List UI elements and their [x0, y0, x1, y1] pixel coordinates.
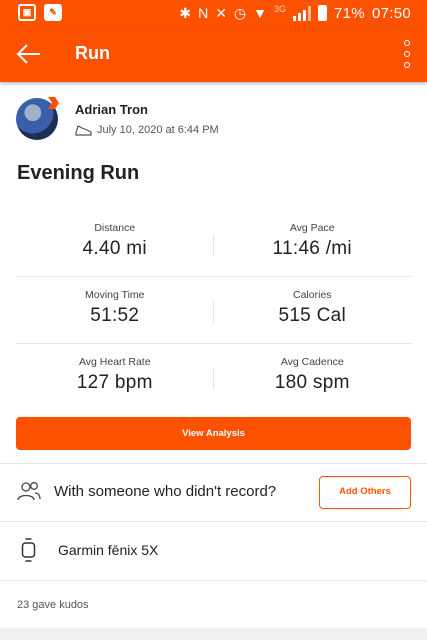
stat-label: Moving Time [84, 289, 145, 301]
kudos-count[interactable]: 23 gave kudos [17, 599, 89, 611]
stat-label: Calories [292, 289, 332, 301]
battery-icon [318, 5, 328, 21]
activity-date: July 10, 2020 at 6:44 PM [75, 124, 219, 136]
activity-date-text: July 10, 2020 at 6:44 PM [97, 124, 219, 136]
stat-distance: Distance 4.40 mi [16, 210, 214, 276]
overflow-menu-icon[interactable] [403, 40, 411, 68]
add-others-row: With someone who didn't record? Add Othe… [0, 464, 427, 520]
alarm-icon: ◷ [233, 5, 247, 21]
activity-title: Evening Run [17, 162, 140, 184]
stat-avg-heart-rate: Avg Heart Rate 127 bpm [16, 344, 214, 411]
stat-label: Avg Cadence [280, 356, 344, 368]
stats-row: Moving Time 51:52 Calories 515 Cal [16, 277, 411, 344]
clock: 07:50 [371, 4, 411, 22]
stat-value: 11:46 /mi [272, 238, 352, 259]
wifi-icon: ▼ [253, 5, 267, 21]
stats-row: Avg Heart Rate 127 bpm Avg Cadence 180 s… [16, 344, 411, 411]
mute-icon: ✕ [215, 5, 227, 21]
stats-row: Distance 4.40 mi Avg Pace 11:46 /mi [16, 210, 411, 277]
stat-value: 515 Cal [278, 305, 347, 326]
stat-moving-time: Moving Time 51:52 [16, 277, 214, 343]
status-bar: ▣ ✎ ✱ Ν ✕ ◷ ▼ 3G 71% 07:50 [0, 0, 427, 26]
network-type: 3G [274, 4, 287, 14]
stat-avg-cadence: Avg Cadence 180 spm [214, 344, 412, 411]
signal-icon [293, 5, 312, 21]
bluetooth-icon: ✱ [179, 5, 192, 21]
people-icon [17, 482, 41, 501]
stat-label: Avg Heart Rate [78, 356, 151, 368]
stat-value: 51:52 [90, 305, 140, 326]
stats-grid: Distance 4.40 mi Avg Pace 11:46 /mi Movi… [16, 210, 411, 411]
battery-level: 71% [334, 4, 365, 22]
watch-icon [21, 538, 36, 562]
system-icons: ✱ Ν ✕ ◷ ▼ 3G 71% 07:50 [179, 4, 411, 22]
notification-app-icon: ▣ [18, 4, 36, 21]
notification-app-icon: ✎ [44, 4, 62, 21]
stat-value: 127 bpm [76, 372, 153, 393]
footer-strip [0, 628, 427, 640]
shoe-icon [75, 125, 92, 136]
nfc-icon: Ν [198, 5, 209, 21]
stat-label: Distance [94, 222, 136, 234]
stat-value: 4.40 mi [82, 238, 147, 259]
view-analysis-button[interactable]: View Analysis [16, 417, 411, 450]
app-bar: Run [0, 26, 427, 82]
athlete-name[interactable]: Adrian Tron [75, 102, 148, 117]
badge-icon [48, 97, 59, 109]
others-prompt: With someone who didn't record? [54, 483, 277, 500]
stat-value: 180 spm [274, 372, 350, 393]
page-title: Run [75, 43, 110, 63]
add-others-button[interactable]: Add Others [319, 476, 411, 509]
back-arrow-icon[interactable] [14, 40, 44, 68]
stat-calories: Calories 515 Cal [214, 277, 412, 343]
stat-avg-pace: Avg Pace 11:46 /mi [214, 210, 412, 276]
device-row: Garmin fēnix 5X [0, 522, 427, 580]
device-name[interactable]: Garmin fēnix 5X [58, 542, 158, 558]
stat-label: Avg Pace [289, 222, 335, 234]
notification-icons: ▣ ✎ [18, 4, 62, 21]
divider [0, 580, 427, 581]
